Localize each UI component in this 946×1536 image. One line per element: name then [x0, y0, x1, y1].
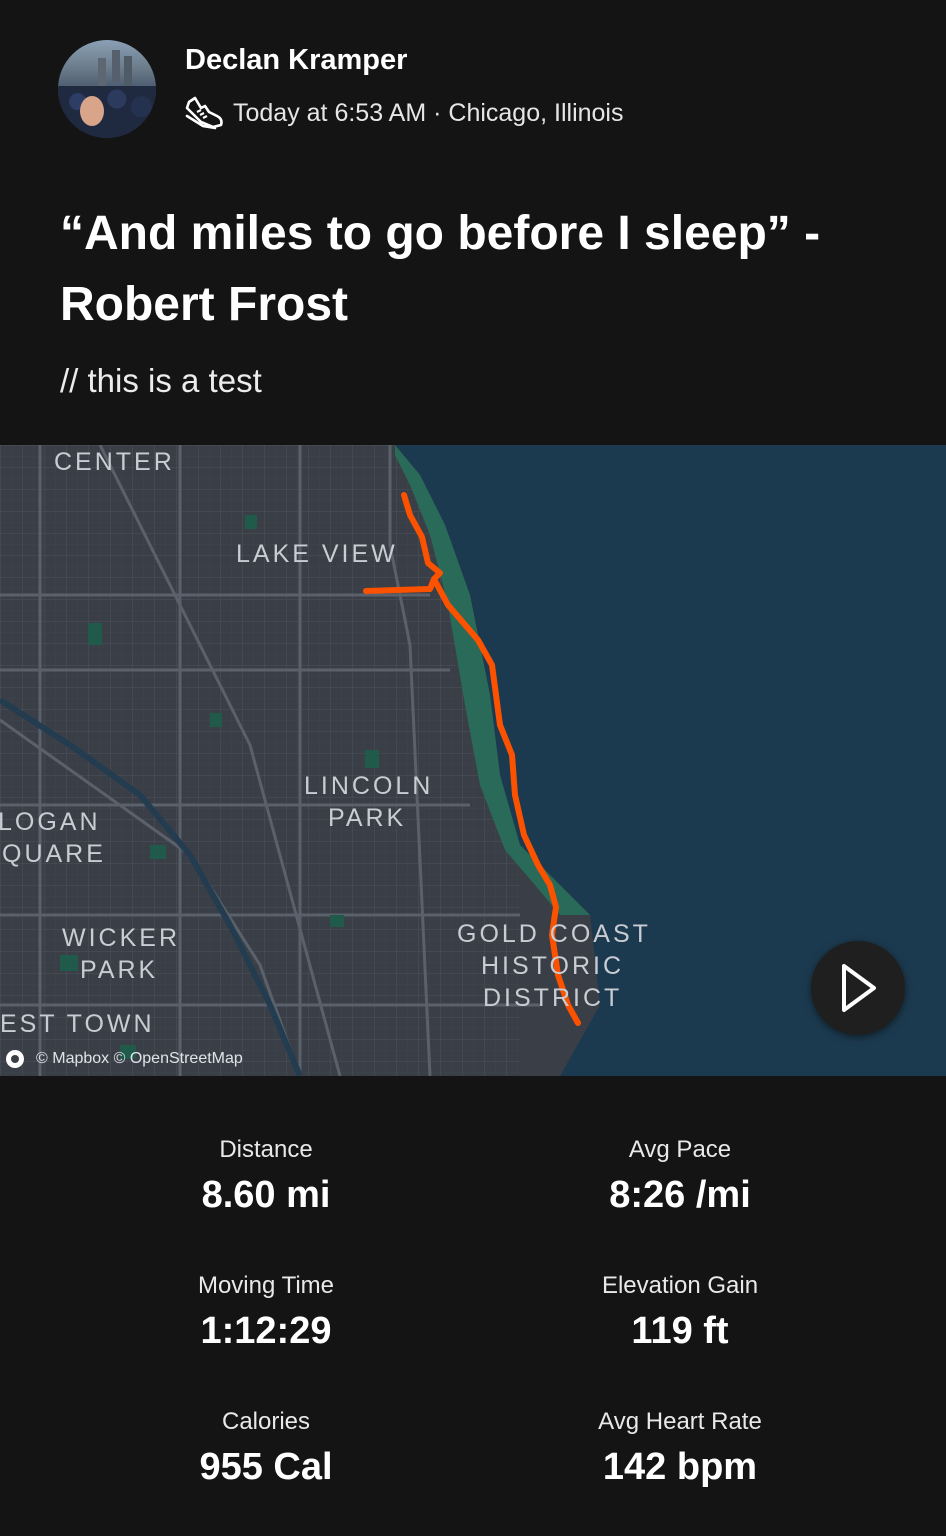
map-label-west-town: EST TOWN	[0, 1010, 155, 1038]
map-label-lincoln-park-line1: LINCOLN	[304, 772, 434, 800]
athlete-name[interactable]: Declan Kramper	[185, 44, 407, 77]
avatar-face	[80, 96, 104, 126]
map-label-gold-coast-line2: HISTORIC	[481, 952, 624, 980]
map-label-gold-coast-line3: DISTRICT	[483, 984, 623, 1012]
stat-label: Elevation Gain	[601, 1272, 759, 1299]
stat-value: 8:26 /mi	[609, 1174, 751, 1216]
activity-header: Declan Kramper Today at 6:53 AM · Chicag…	[0, 0, 946, 445]
stat-moving-time: Moving Time 1:12:29	[56, 1272, 476, 1353]
map-attribution[interactable]: © Mapbox © OpenStreetMap	[6, 1050, 243, 1068]
route-map[interactable]: CENTER LAKE VIEW LINCOLN PARK LOGAN QUAR…	[0, 445, 946, 1076]
activity-datetime-location: Today at 6:53 AM · Chicago, Illinois	[233, 98, 624, 127]
avatar[interactable]	[58, 40, 156, 138]
map-label-lake-view: LAKE VIEW	[236, 540, 398, 568]
stat-distance: Distance 8.60 mi	[56, 1136, 476, 1217]
stat-value: 1:12:29	[200, 1310, 332, 1352]
stat-label: Calories	[221, 1408, 311, 1435]
mapbox-logo-icon[interactable]	[6, 1050, 24, 1068]
stat-value: 955 Cal	[199, 1446, 333, 1488]
map-label-center: CENTER	[54, 448, 175, 476]
stat-label: Distance	[219, 1136, 313, 1163]
activity-description: // this is a test	[60, 362, 262, 399]
attribution-text[interactable]: © Mapbox © OpenStreetMap	[36, 1050, 243, 1068]
stat-label: Moving Time	[197, 1272, 335, 1299]
stat-calories: Calories 955 Cal	[56, 1408, 476, 1489]
stat-value: 142 bpm	[602, 1446, 758, 1488]
activity-meta: Today at 6:53 AM · Chicago, Illinois	[183, 94, 623, 132]
stat-avg-heart-rate: Avg Heart Rate 142 bpm	[470, 1408, 890, 1489]
map-label-gold-coast-line1: GOLD COAST	[457, 920, 651, 948]
stat-avg-pace: Avg Pace 8:26 /mi	[470, 1136, 890, 1217]
play-flyover-button[interactable]	[811, 941, 905, 1035]
stat-elevation-gain: Elevation Gain 119 ft	[470, 1272, 890, 1353]
running-shoe-icon	[185, 96, 223, 130]
stat-label: Avg Heart Rate	[598, 1408, 762, 1435]
map-label-wicker-park-line1: WICKER	[62, 924, 180, 952]
activity-stats: Distance 8.60 mi Avg Pace 8:26 /mi Movin…	[0, 1076, 946, 1536]
map-label-wicker-park-line2: PARK	[80, 956, 159, 984]
stat-value: 119 ft	[631, 1310, 729, 1352]
avatar-skyline	[112, 50, 120, 82]
play-icon	[842, 964, 876, 1012]
map-label-logan-square-line1: LOGAN	[0, 808, 101, 836]
map-label-lincoln-park-line2: PARK	[328, 804, 407, 832]
stat-label: Avg Pace	[628, 1136, 732, 1163]
avatar-crowd	[58, 86, 156, 138]
map-label-logan-square-line2: QUARE	[2, 840, 106, 868]
stat-value: 8.60 mi	[201, 1174, 331, 1216]
activity-title[interactable]: “And miles to go before I sleep” - Rober…	[60, 198, 920, 340]
